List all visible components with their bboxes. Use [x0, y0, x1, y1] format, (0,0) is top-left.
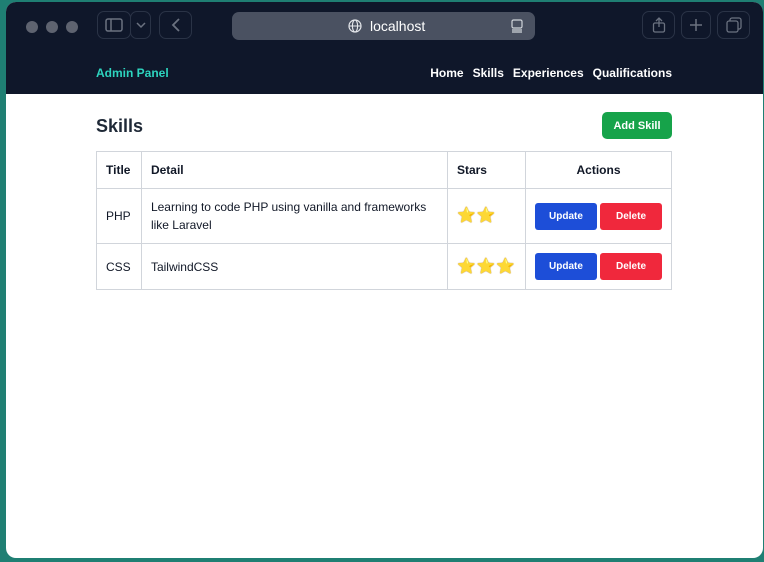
cell-actions: Update Delete — [525, 188, 672, 244]
table-header-row: Title Detail Stars Actions — [96, 151, 672, 189]
star-rating: ⭐⭐⭐ — [446, 243, 527, 290]
cell-title: PHP — [96, 188, 142, 244]
cell-detail: TailwindCSS — [140, 243, 448, 290]
address-bar[interactable]: localhost — [232, 12, 535, 40]
chevron-down-icon — [135, 22, 146, 29]
star-rating: ⭐⭐ — [446, 188, 527, 244]
close-window-button[interactable] — [26, 21, 38, 33]
reader-icon[interactable] — [510, 19, 524, 33]
minimize-window-button[interactable] — [46, 21, 58, 33]
header-actions: Actions — [525, 151, 672, 189]
header-title: Title — [96, 151, 142, 189]
new-tab-button[interactable] — [681, 11, 711, 39]
sidebar-toggle-button[interactable] — [97, 11, 131, 39]
tabs-icon — [725, 17, 742, 33]
cell-actions: Update Delete — [525, 243, 672, 290]
tab-overview-button[interactable] — [717, 11, 750, 39]
share-icon — [652, 17, 665, 33]
update-button[interactable]: Update — [535, 253, 597, 280]
delete-button[interactable]: Delete — [600, 253, 662, 280]
header-detail: Detail — [140, 151, 448, 189]
header-stars: Stars — [446, 151, 527, 189]
table-row: PHP Learning to code PHP using vanilla a… — [96, 188, 672, 244]
update-button[interactable]: Update — [535, 202, 597, 230]
chevron-left-icon — [171, 18, 180, 32]
app-navbar: Admin Panel Home Skills Experiences Qual… — [6, 52, 763, 94]
browser-window: localhost Admin Panel Home Skills Experi… — [6, 2, 763, 558]
delete-button[interactable]: Delete — [600, 202, 662, 230]
cell-title: CSS — [96, 243, 142, 290]
nav-links: Home Skills Experiences Qualifications — [430, 66, 672, 80]
skills-table: Title Detail Stars Actions PHP Learning … — [96, 151, 672, 290]
table-row: CSS TailwindCSS ⭐⭐⭐ Update Delete — [96, 243, 672, 290]
nav-experiences[interactable]: Experiences — [513, 66, 584, 80]
brand-link[interactable]: Admin Panel — [96, 66, 169, 80]
cell-detail: Learning to code PHP using vanilla and f… — [140, 188, 448, 244]
globe-icon — [348, 19, 362, 33]
browser-toolbar: localhost — [6, 2, 763, 52]
back-button[interactable] — [159, 11, 192, 39]
add-skill-button[interactable]: Add Skill — [602, 112, 672, 139]
nav-home[interactable]: Home — [430, 66, 463, 80]
tab-overview-dropdown[interactable] — [130, 11, 151, 39]
nav-qualifications[interactable]: Qualifications — [593, 66, 672, 80]
sidebar-icon — [105, 18, 123, 32]
page-title: Skills — [96, 116, 144, 136]
address-url: localhost — [370, 18, 426, 34]
plus-icon — [690, 19, 702, 31]
zoom-window-button[interactable] — [66, 21, 78, 33]
share-button[interactable] — [642, 11, 675, 39]
nav-skills[interactable]: Skills — [473, 66, 504, 80]
